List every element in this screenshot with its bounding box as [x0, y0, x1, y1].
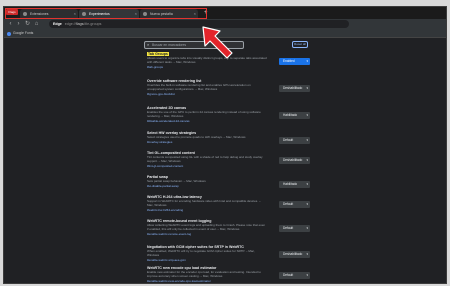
flag-entry: WebRTC remote-bound event logging Allow …: [147, 219, 310, 236]
tab-experiments[interactable]: Experimentos ×: [79, 9, 139, 19]
reload-icon[interactable]: ↻: [24, 20, 31, 28]
chevron-down-icon: ▾: [306, 182, 308, 186]
chevron-down-icon: ▾: [306, 59, 308, 63]
flag-select[interactable]: Default ▾: [279, 201, 310, 208]
tab-extensions[interactable]: Extensiones ×: [20, 9, 78, 19]
chevron-down-icon: ▾: [306, 273, 308, 277]
chevron-down-icon: ▾: [306, 252, 308, 256]
tab-favicon-icon: [82, 12, 86, 16]
chevron-down-icon: ▾: [306, 138, 308, 142]
flag-entry: Partial swap Sets partial swap behavior.…: [147, 175, 310, 188]
chevron-down-icon: ▾: [306, 86, 308, 90]
flag-entry: WebRTC H.264 ultra-low latency Support i…: [147, 195, 310, 212]
flag-link[interactable]: #webrtc-hw-h264-encoding: [147, 208, 310, 212]
chevron-down-icon: ▾: [306, 226, 308, 230]
flag-entry: WebRTC new encode cpu load estimator Ena…: [147, 266, 310, 283]
flag-link[interactable]: #ignore-gpu-blocklist: [147, 92, 310, 96]
browser-chip: Edge: [53, 22, 62, 26]
flag-entry: Select HW overlay strategies Select stra…: [147, 131, 310, 144]
flag-description: Overrides the built-in software renderin…: [147, 83, 251, 91]
flag-entry: Accelerated 2D canvas Enables the use of…: [147, 106, 310, 123]
flag-select[interactable]: Deshabilitado ▾: [279, 251, 310, 258]
flag-link[interactable]: #disable-accelerated-2d-canvas: [147, 119, 310, 123]
tab-label: Extensiones: [30, 12, 49, 16]
flag-select[interactable]: Habilitado ▾: [279, 112, 310, 119]
flag-description: Enable new estimator for the encoder cpu…: [147, 270, 261, 278]
tab-strip: Flags Extensiones × Experimentos × Nueva…: [4, 7, 446, 19]
flags-page: ⌕ Buscar en marcadores Reset all Tab Gro…: [4, 38, 446, 283]
close-icon[interactable]: ×: [135, 9, 137, 19]
bookmark-google-fonts[interactable]: Google Fonts: [7, 30, 33, 37]
tab-label: Nueva pestaña: [150, 12, 173, 16]
search-placeholder: Buscar en marcadores: [152, 43, 187, 47]
chevron-down-icon: ▾: [306, 158, 308, 162]
bookmark-label: Google Fonts: [13, 31, 34, 35]
home-icon[interactable]: ⌂: [33, 20, 40, 28]
reset-all-button[interactable]: Reset all: [292, 41, 308, 48]
new-tab-icon[interactable]: +: [204, 9, 208, 17]
flag-link[interactable]: #tab-groups: [147, 65, 310, 69]
flag-select[interactable]: Default ▾: [279, 225, 310, 232]
tab-favicon-icon: [143, 12, 147, 16]
flag-description: When enabled, WebRTC will try to negotia…: [147, 249, 255, 257]
flag-select[interactable]: Default ▾: [279, 137, 310, 144]
forward-icon[interactable]: ›: [15, 20, 22, 28]
flag-select[interactable]: Default ▾: [279, 272, 310, 279]
tab-favicon-icon: [23, 12, 27, 16]
tab-pinned-flags[interactable]: Flags: [6, 9, 18, 15]
chevron-down-icon: ▾: [306, 113, 308, 117]
flag-select[interactable]: Enabled ▾: [279, 58, 310, 65]
flag-entry: Override software rendering list Overrid…: [147, 79, 310, 96]
flag-entry: Tint GL-composited content Tint contents…: [147, 151, 310, 168]
flag-entry: Negotiation with GCM cipher suites for S…: [147, 245, 310, 262]
address-bar[interactable]: Edge edge://flags/#ie-groups: [49, 20, 349, 28]
flag-select[interactable]: Habilitado ▾: [279, 181, 310, 188]
flag-link[interactable]: #tint-gl-composited-content: [147, 164, 310, 168]
close-icon[interactable]: ×: [194, 9, 196, 19]
browser-window: Flags Extensiones × Experimentos × Nueva…: [3, 6, 447, 284]
close-icon[interactable]: ×: [74, 9, 76, 19]
tab-label: Experimentos: [89, 12, 110, 16]
search-icon: ⌕: [147, 42, 150, 47]
flag-select[interactable]: Deshabilitado ▾: [279, 85, 310, 92]
red-arrow-icon: [202, 26, 233, 59]
chevron-down-icon: ▾: [306, 202, 308, 206]
flag-link[interactable]: #enable-webrtc-new-encode-cpu-load-estim…: [147, 279, 310, 283]
flag-description: Enables the use of the GPU to perform 2d…: [147, 110, 261, 118]
flag-description: Allow collecting WebRTC event logs and u…: [147, 223, 266, 231]
url-rest: /#ie-groups: [83, 22, 102, 26]
flag-link[interactable]: #enable-webrtc-srtp-aes-gcm: [147, 258, 310, 262]
flag-select[interactable]: Deshabilitado ▾: [279, 157, 310, 164]
flag-description: Tint contents composited using GL with a…: [147, 155, 263, 163]
url-prefix: edge://: [64, 22, 76, 26]
back-icon[interactable]: ‹: [7, 20, 14, 28]
tab-new-tab[interactable]: Nueva pestaña ×: [140, 9, 198, 19]
google-icon: [7, 31, 11, 36]
flag-description: Support in WebRTC for encoding hardware …: [147, 199, 261, 207]
flag-link[interactable]: #enable-webrtc-remote-event-log: [147, 232, 310, 236]
